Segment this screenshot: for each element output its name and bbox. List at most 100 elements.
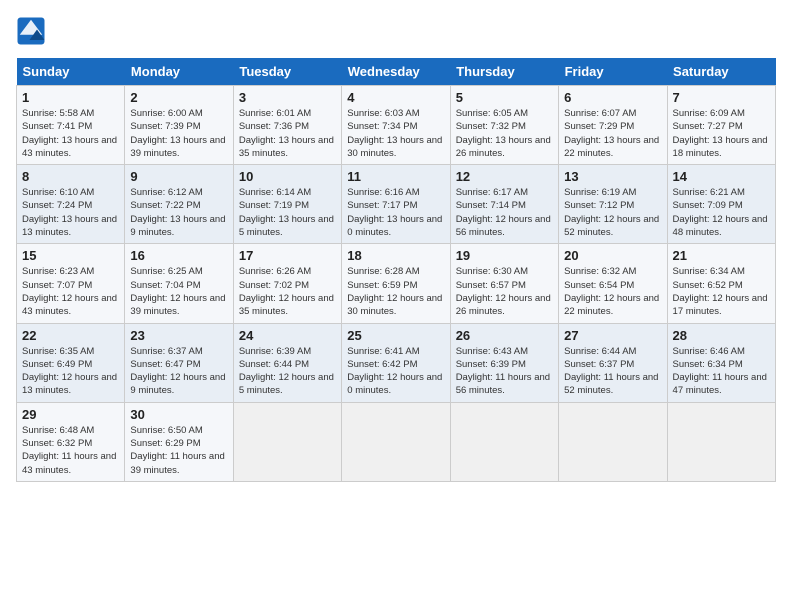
day-info: Sunrise: 6:35 AMSunset: 6:49 PMDaylight:… xyxy=(22,345,119,398)
day-info: Sunrise: 6:26 AMSunset: 7:02 PMDaylight:… xyxy=(239,265,336,318)
logo-icon xyxy=(16,16,46,46)
calendar-table: SundayMondayTuesdayWednesdayThursdayFrid… xyxy=(16,58,776,482)
day-info: Sunrise: 6:17 AMSunset: 7:14 PMDaylight:… xyxy=(456,186,553,239)
day-number: 10 xyxy=(239,169,336,184)
day-number: 11 xyxy=(347,169,444,184)
calendar-week-4: 22 Sunrise: 6:35 AMSunset: 6:49 PMDayligh… xyxy=(17,323,776,402)
day-number: 9 xyxy=(130,169,227,184)
empty-cell xyxy=(233,402,341,481)
calendar-week-2: 8 Sunrise: 6:10 AMSunset: 7:24 PMDaylight… xyxy=(17,165,776,244)
calendar-day-5: 5 Sunrise: 6:05 AMSunset: 7:32 PMDaylight… xyxy=(450,86,558,165)
calendar-day-24: 24 Sunrise: 6:39 AMSunset: 6:44 PMDayligh… xyxy=(233,323,341,402)
calendar-day-4: 4 Sunrise: 6:03 AMSunset: 7:34 PMDaylight… xyxy=(342,86,450,165)
day-info: Sunrise: 6:43 AMSunset: 6:39 PMDaylight:… xyxy=(456,345,553,398)
day-number: 28 xyxy=(673,328,770,343)
day-number: 22 xyxy=(22,328,119,343)
day-info: Sunrise: 6:10 AMSunset: 7:24 PMDaylight:… xyxy=(22,186,119,239)
day-info: Sunrise: 6:01 AMSunset: 7:36 PMDaylight:… xyxy=(239,107,336,160)
calendar-week-5: 29Sunrise: 6:48 AMSunset: 6:32 PMDayligh… xyxy=(17,402,776,481)
day-number: 8 xyxy=(22,169,119,184)
day-number: 23 xyxy=(130,328,227,343)
weekday-saturday: Saturday xyxy=(667,58,775,86)
day-number: 1 xyxy=(22,90,119,105)
weekday-friday: Friday xyxy=(559,58,667,86)
empty-cell xyxy=(559,402,667,481)
calendar-day-20: 20Sunrise: 6:32 AMSunset: 6:54 PMDayligh… xyxy=(559,244,667,323)
day-info: Sunrise: 6:19 AMSunset: 7:12 PMDaylight:… xyxy=(564,186,661,239)
day-number: 21 xyxy=(673,248,770,263)
day-number: 2 xyxy=(130,90,227,105)
day-info: Sunrise: 6:37 AMSunset: 6:47 PMDaylight:… xyxy=(130,345,227,398)
day-info: Sunrise: 6:12 AMSunset: 7:22 PMDaylight:… xyxy=(130,186,227,239)
day-info: Sunrise: 6:09 AMSunset: 7:27 PMDaylight:… xyxy=(673,107,770,160)
logo xyxy=(16,16,50,46)
day-number: 3 xyxy=(239,90,336,105)
day-number: 7 xyxy=(673,90,770,105)
weekday-wednesday: Wednesday xyxy=(342,58,450,86)
calendar-day-11: 11 Sunrise: 6:16 AMSunset: 7:17 PMDayligh… xyxy=(342,165,450,244)
day-info: Sunrise: 6:07 AMSunset: 7:29 PMDaylight:… xyxy=(564,107,661,160)
calendar-day-9: 9 Sunrise: 6:12 AMSunset: 7:22 PMDaylight… xyxy=(125,165,233,244)
day-info: Sunrise: 5:58 AMSunset: 7:41 PMDaylight:… xyxy=(22,107,119,160)
calendar-day-3: 3 Sunrise: 6:01 AMSunset: 7:36 PMDaylight… xyxy=(233,86,341,165)
day-number: 26 xyxy=(456,328,553,343)
empty-cell xyxy=(667,402,775,481)
day-number: 24 xyxy=(239,328,336,343)
day-number: 17 xyxy=(239,248,336,263)
empty-cell xyxy=(450,402,558,481)
weekday-sunday: Sunday xyxy=(17,58,125,86)
calendar-day-14: 14Sunrise: 6:21 AMSunset: 7:09 PMDayligh… xyxy=(667,165,775,244)
calendar-day-22: 22 Sunrise: 6:35 AMSunset: 6:49 PMDayligh… xyxy=(17,323,125,402)
day-info: Sunrise: 6:46 AMSunset: 6:34 PMDaylight:… xyxy=(673,345,770,398)
calendar-day-26: 26 Sunrise: 6:43 AMSunset: 6:39 PMDayligh… xyxy=(450,323,558,402)
calendar-day-17: 17 Sunrise: 6:26 AMSunset: 7:02 PMDayligh… xyxy=(233,244,341,323)
calendar-day-15: 15Sunrise: 6:23 AMSunset: 7:07 PMDayligh… xyxy=(17,244,125,323)
day-number: 20 xyxy=(564,248,661,263)
calendar-day-12: 12 Sunrise: 6:17 AMSunset: 7:14 PMDayligh… xyxy=(450,165,558,244)
weekday-thursday: Thursday xyxy=(450,58,558,86)
day-number: 4 xyxy=(347,90,444,105)
day-number: 19 xyxy=(456,248,553,263)
day-number: 13 xyxy=(564,169,661,184)
day-number: 27 xyxy=(564,328,661,343)
calendar-day-21: 21 Sunrise: 6:34 AMSunset: 6:52 PMDayligh… xyxy=(667,244,775,323)
calendar-day-18: 18Sunrise: 6:28 AMSunset: 6:59 PMDayligh… xyxy=(342,244,450,323)
weekday-tuesday: Tuesday xyxy=(233,58,341,86)
day-info: Sunrise: 6:39 AMSunset: 6:44 PMDaylight:… xyxy=(239,345,336,398)
calendar-day-23: 23 Sunrise: 6:37 AMSunset: 6:47 PMDayligh… xyxy=(125,323,233,402)
calendar-day-7: 7 Sunrise: 6:09 AMSunset: 7:27 PMDaylight… xyxy=(667,86,775,165)
day-info: Sunrise: 6:23 AMSunset: 7:07 PMDaylight:… xyxy=(22,265,119,318)
day-info: Sunrise: 6:34 AMSunset: 6:52 PMDaylight:… xyxy=(673,265,770,318)
day-number: 18 xyxy=(347,248,444,263)
calendar-week-3: 15Sunrise: 6:23 AMSunset: 7:07 PMDayligh… xyxy=(17,244,776,323)
calendar-day-30: 30 Sunrise: 6:50 AMSunset: 6:29 PMDayligh… xyxy=(125,402,233,481)
day-info: Sunrise: 6:00 AMSunset: 7:39 PMDaylight:… xyxy=(130,107,227,160)
calendar-day-10: 10 Sunrise: 6:14 AMSunset: 7:19 PMDayligh… xyxy=(233,165,341,244)
calendar-day-16: 16 Sunrise: 6:25 AMSunset: 7:04 PMDayligh… xyxy=(125,244,233,323)
day-number: 12 xyxy=(456,169,553,184)
page-header xyxy=(16,16,776,46)
calendar-day-2: 2 Sunrise: 6:00 AMSunset: 7:39 PMDaylight… xyxy=(125,86,233,165)
day-number: 29 xyxy=(22,407,119,422)
calendar-day-6: 6 Sunrise: 6:07 AMSunset: 7:29 PMDaylight… xyxy=(559,86,667,165)
day-info: Sunrise: 6:14 AMSunset: 7:19 PMDaylight:… xyxy=(239,186,336,239)
day-number: 5 xyxy=(456,90,553,105)
day-number: 6 xyxy=(564,90,661,105)
calendar-day-1: 1 Sunrise: 5:58 AMSunset: 7:41 PMDaylight… xyxy=(17,86,125,165)
day-number: 30 xyxy=(130,407,227,422)
calendar-week-1: 1 Sunrise: 5:58 AMSunset: 7:41 PMDaylight… xyxy=(17,86,776,165)
day-info: Sunrise: 6:03 AMSunset: 7:34 PMDaylight:… xyxy=(347,107,444,160)
calendar-day-13: 13 Sunrise: 6:19 AMSunset: 7:12 PMDayligh… xyxy=(559,165,667,244)
day-info: Sunrise: 6:41 AMSunset: 6:42 PMDaylight:… xyxy=(347,345,444,398)
day-number: 14 xyxy=(673,169,770,184)
day-info: Sunrise: 6:50 AMSunset: 6:29 PMDaylight:… xyxy=(130,424,227,477)
calendar-day-25: 25Sunrise: 6:41 AMSunset: 6:42 PMDayligh… xyxy=(342,323,450,402)
day-info: Sunrise: 6:05 AMSunset: 7:32 PMDaylight:… xyxy=(456,107,553,160)
calendar-day-29: 29Sunrise: 6:48 AMSunset: 6:32 PMDayligh… xyxy=(17,402,125,481)
calendar-day-28: 28 Sunrise: 6:46 AMSunset: 6:34 PMDayligh… xyxy=(667,323,775,402)
day-info: Sunrise: 6:25 AMSunset: 7:04 PMDaylight:… xyxy=(130,265,227,318)
day-info: Sunrise: 6:30 AMSunset: 6:57 PMDaylight:… xyxy=(456,265,553,318)
day-number: 16 xyxy=(130,248,227,263)
day-info: Sunrise: 6:44 AMSunset: 6:37 PMDaylight:… xyxy=(564,345,661,398)
day-info: Sunrise: 6:16 AMSunset: 7:17 PMDaylight:… xyxy=(347,186,444,239)
